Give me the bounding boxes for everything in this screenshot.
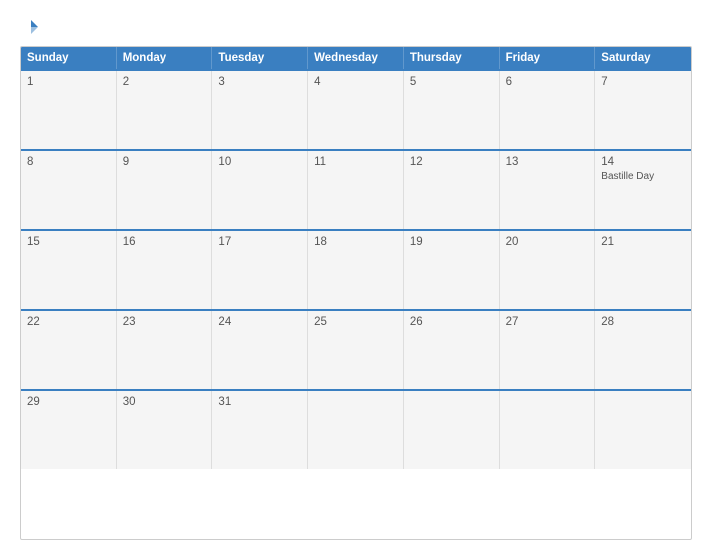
day-number: 25 (314, 316, 397, 328)
day-number: 11 (314, 156, 397, 168)
day-number: 2 (123, 76, 206, 88)
day-cell-12: 12 (404, 151, 500, 229)
week-row-4: 22 23 24 25 26 27 28 (21, 309, 691, 389)
week-row-5: 29 30 31 (21, 389, 691, 469)
header (20, 18, 692, 36)
day-cell-18: 18 (308, 231, 404, 309)
day-cell-30: 30 (117, 391, 213, 469)
day-number: 26 (410, 316, 493, 328)
day-cell-11: 11 (308, 151, 404, 229)
day-number: 20 (506, 236, 589, 248)
day-cell-5: 5 (404, 71, 500, 149)
day-cell-13: 13 (500, 151, 596, 229)
day-number: 21 (601, 236, 685, 248)
page: SundayMondayTuesdayWednesdayThursdayFrid… (0, 0, 712, 550)
day-header-sunday: Sunday (21, 47, 117, 69)
day-cell-16: 16 (117, 231, 213, 309)
day-header-tuesday: Tuesday (212, 47, 308, 69)
week-row-1: 1234567 (21, 69, 691, 149)
day-number: 17 (218, 236, 301, 248)
day-cell-26: 26 (404, 311, 500, 389)
day-cell-15: 15 (21, 231, 117, 309)
day-cell-9: 9 (117, 151, 213, 229)
day-cell-22: 22 (21, 311, 117, 389)
empty-day-cell (595, 391, 691, 469)
day-number: 6 (506, 76, 589, 88)
day-number: 24 (218, 316, 301, 328)
day-cell-27: 27 (500, 311, 596, 389)
day-cell-19: 19 (404, 231, 500, 309)
day-cell-6: 6 (500, 71, 596, 149)
day-header-friday: Friday (500, 47, 596, 69)
day-cell-24: 24 (212, 311, 308, 389)
week-row-3: 15 16 17 18 19 20 21 (21, 229, 691, 309)
day-number: 16 (123, 236, 206, 248)
logo (20, 18, 40, 36)
day-number: 4 (314, 76, 397, 88)
day-number: 3 (218, 76, 301, 88)
day-header-thursday: Thursday (404, 47, 500, 69)
day-number: 31 (218, 396, 301, 408)
day-number: 7 (601, 76, 685, 88)
day-cell-4: 4 (308, 71, 404, 149)
day-number: 1 (27, 76, 110, 88)
day-number: 18 (314, 236, 397, 248)
logo-flag-icon (22, 18, 40, 36)
day-cell-21: 21 (595, 231, 691, 309)
day-number: 15 (27, 236, 110, 248)
day-cell-14: 14 Bastille Day (595, 151, 691, 229)
day-cell-23: 23 (117, 311, 213, 389)
day-header-monday: Monday (117, 47, 213, 69)
empty-day-cell (404, 391, 500, 469)
day-number: 29 (27, 396, 110, 408)
day-number: 5 (410, 76, 493, 88)
day-number: 30 (123, 396, 206, 408)
day-number: 12 (410, 156, 493, 168)
day-cell-20: 20 (500, 231, 596, 309)
day-cell-31: 31 (212, 391, 308, 469)
day-cell-28: 28 (595, 311, 691, 389)
day-cell-3: 3 (212, 71, 308, 149)
day-number: 8 (27, 156, 110, 168)
day-number: 19 (410, 236, 493, 248)
day-number: 23 (123, 316, 206, 328)
day-cell-2: 2 (117, 71, 213, 149)
day-number: 13 (506, 156, 589, 168)
day-cell-7: 7 (595, 71, 691, 149)
day-cell-8: 8 (21, 151, 117, 229)
calendar: SundayMondayTuesdayWednesdayThursdayFrid… (20, 46, 692, 540)
day-number: 14 (601, 156, 685, 168)
day-number: 10 (218, 156, 301, 168)
day-header-saturday: Saturday (595, 47, 691, 69)
day-number: 22 (27, 316, 110, 328)
day-cell-29: 29 (21, 391, 117, 469)
day-cell-17: 17 (212, 231, 308, 309)
day-event: Bastille Day (601, 171, 685, 182)
empty-day-cell (308, 391, 404, 469)
day-cell-1: 1 (21, 71, 117, 149)
day-header-wednesday: Wednesday (308, 47, 404, 69)
day-cell-25: 25 (308, 311, 404, 389)
day-number: 9 (123, 156, 206, 168)
week-row-2: 8 9 10 11 12 13 14 Bastille Day (21, 149, 691, 229)
day-number: 28 (601, 316, 685, 328)
calendar-header-row: SundayMondayTuesdayWednesdayThursdayFrid… (21, 47, 691, 69)
empty-day-cell (500, 391, 596, 469)
day-number: 27 (506, 316, 589, 328)
day-cell-10: 10 (212, 151, 308, 229)
